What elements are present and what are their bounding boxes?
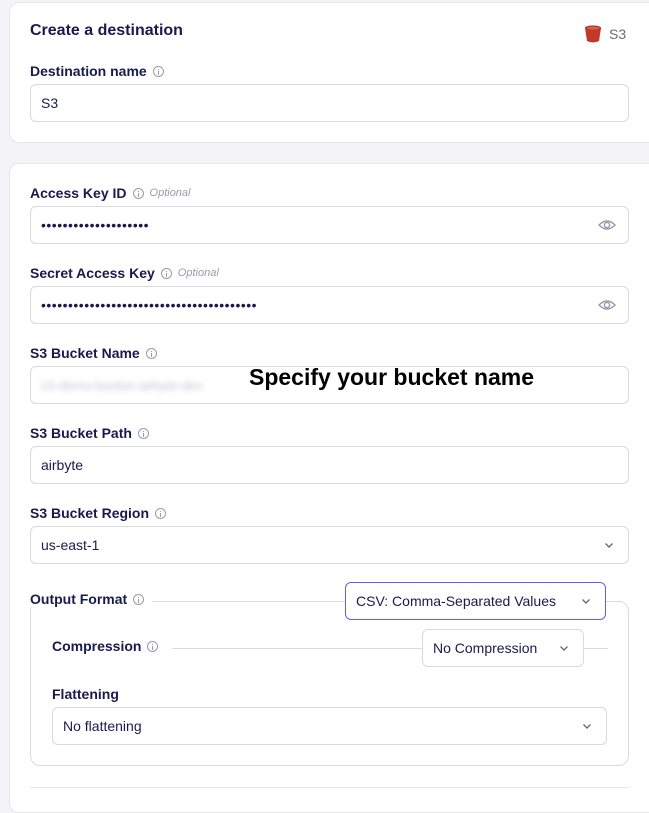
optional-tag: Optional [177,267,219,279]
access-key-id-input[interactable]: •••••••••••••••••••• [30,206,629,244]
divider-line [172,648,422,649]
info-icon[interactable] [147,640,159,652]
optional-tag: Optional [149,187,191,199]
bucket-name-value: s3-demo-bucket-airbyte-dev [41,377,203,393]
flattening-label: Flattening [52,686,119,702]
eye-icon[interactable] [598,298,616,312]
info-icon[interactable] [152,65,164,77]
flattening-select[interactable]: No flattening [52,707,607,745]
connector-badge: S3 [583,24,626,44]
output-format-select[interactable]: CSV: Comma-Separated Values [345,582,606,620]
s3-bucket-icon [585,25,601,43]
destination-name-input[interactable]: S3 [30,84,629,122]
info-icon[interactable] [145,347,157,359]
bucket-path-label: S3 Bucket Path [30,425,149,441]
chevron-down-icon [583,724,591,729]
bucket-region-label: S3 Bucket Region [30,505,167,521]
divider-line [584,648,608,649]
info-icon[interactable] [155,507,167,519]
section-divider [30,787,629,788]
output-format-label: Output Format [30,591,153,607]
bucket-region-select[interactable]: us-east-1 [30,526,629,564]
secret-access-key-input[interactable]: •••••••••••••••••••••••••••••••••••••••• [30,286,629,324]
compression-select[interactable]: No Compression [422,629,584,667]
eye-icon[interactable] [598,218,616,232]
chevron-down-icon [560,646,568,651]
divider-line [159,601,345,602]
destination-name-label: Destination name [30,63,164,79]
bucket-name-annotation: Specify your bucket name [249,364,535,390]
access-key-id-label: Access Key ID Optional [30,185,191,201]
info-icon[interactable] [132,187,144,199]
chevron-down-icon [605,543,613,548]
compression-label: Compression [52,638,159,654]
chevron-down-icon [582,599,590,604]
page-title: Create a destination [30,22,183,39]
bucket-path-input[interactable]: airbyte [30,446,629,484]
bucket-name-label: S3 Bucket Name [30,345,157,361]
secret-access-key-label: Secret Access Key Optional [30,265,219,281]
info-icon[interactable] [137,427,149,439]
connector-name: S3 [609,26,627,42]
info-icon[interactable] [160,267,172,279]
info-icon[interactable] [133,593,145,605]
